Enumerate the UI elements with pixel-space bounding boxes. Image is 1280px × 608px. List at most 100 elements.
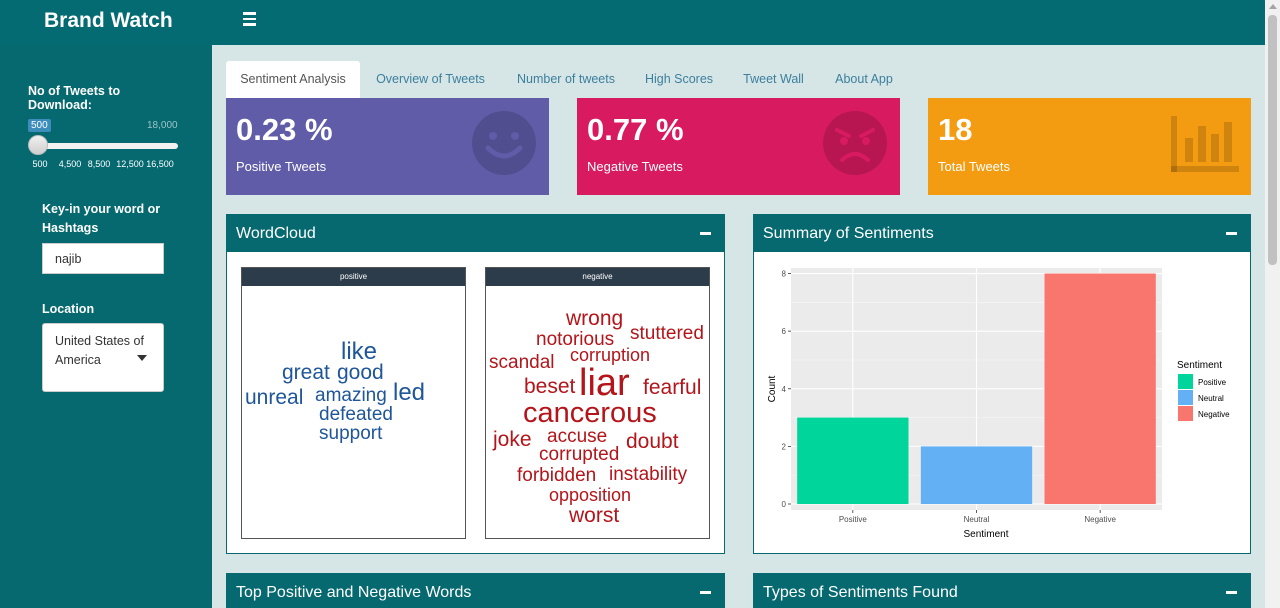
- location-select[interactable]: United States of America: [42, 323, 164, 392]
- smile-icon: [472, 111, 536, 175]
- legend-key-negative: [1178, 406, 1193, 421]
- positive-wordcloud-label: positive: [242, 268, 465, 286]
- negative-tweets-box: 0.77 % Negative Tweets: [577, 98, 900, 195]
- panel-title: Summary of Sentiments: [763, 225, 934, 242]
- wordcloud-panel-header: WordCloud: [227, 215, 724, 252]
- tweet-count-slider-handle[interactable]: [28, 135, 48, 155]
- top-words-panel: Top Positive and Negative Words: [226, 573, 725, 608]
- positive-word: defeated: [319, 404, 393, 425]
- y-tick-label: 4: [782, 385, 787, 394]
- positive-word: unreal: [245, 386, 304, 409]
- positive-word: support: [319, 423, 383, 444]
- total-tweets-value: 18: [938, 112, 973, 147]
- y-tick-label: 8: [782, 270, 787, 279]
- negative-wordcloud-label: negative: [486, 268, 709, 286]
- negative-word: scandal: [489, 352, 555, 373]
- app-logo[interactable]: Brand Watch: [0, 0, 212, 45]
- negative-word: beset: [524, 375, 576, 398]
- tab-overview-of-tweets[interactable]: Overview of Tweets: [368, 61, 493, 98]
- summary-panel: Summary of Sentiments 0 2 4 6 8 Positive Neut…: [753, 214, 1251, 554]
- bar-neutral: [920, 446, 1033, 504]
- positive-word: good: [337, 361, 384, 384]
- positive-tweets-value: 0.23 %: [236, 112, 333, 147]
- x-tick-label: Positive: [839, 515, 868, 524]
- x-tick-label: Negative: [1084, 515, 1116, 524]
- scrollbar-thumb[interactable]: [1268, 15, 1277, 265]
- tab-about-app[interactable]: About App: [828, 61, 900, 98]
- keyword-label: Key-in your word or Hashtags: [42, 202, 161, 235]
- angry-face-icon: [823, 111, 887, 175]
- negative-word: doubt: [626, 430, 679, 453]
- y-axis-title: Count: [767, 375, 778, 402]
- positive-tweets-box: 0.23 % Positive Tweets: [226, 98, 549, 195]
- legend-label: Positive: [1198, 378, 1227, 387]
- negative-word: instability: [609, 464, 688, 485]
- sentiment-types-panel-header: Types of Sentiments Found: [754, 574, 1250, 608]
- negative-word: opposition: [549, 485, 632, 505]
- total-tweets-label: Total Tweets: [938, 159, 1011, 174]
- sentiment-types-panel: Types of Sentiments Found: [753, 573, 1251, 608]
- legend-title: Sentiment: [1177, 360, 1222, 371]
- negative-word: cancerous: [523, 397, 657, 429]
- collapse-icon[interactable]: [1226, 591, 1237, 594]
- collapse-icon[interactable]: [700, 591, 711, 594]
- tab-high-scores[interactable]: High Scores: [638, 61, 720, 98]
- wordcloud-panel: WordCloud positive like great good unrea…: [226, 214, 725, 554]
- legend-key-neutral: [1178, 390, 1193, 405]
- bar-negative: [1044, 273, 1156, 504]
- sidebar: No of Tweets to Download: 500 18,000 500…: [0, 45, 212, 608]
- negative-word: corrupted: [539, 444, 620, 465]
- app-header: Brand Watch: [0, 0, 1265, 45]
- panel-title: WordCloud: [236, 225, 316, 242]
- sidebar-toggle-icon[interactable]: [243, 12, 257, 28]
- slider-tick: 4,500: [58, 159, 82, 169]
- legend-label: Negative: [1198, 410, 1230, 419]
- sentiment-bar-chart: 02468 Positive Neutral Negative Sentiment …: [763, 262, 1241, 544]
- summary-panel-header: Summary of Sentiments: [754, 215, 1250, 252]
- slider-ticks: 500 4,500 8,500 12,500 16,500: [0, 159, 212, 169]
- legend-label: Neutral: [1198, 394, 1224, 403]
- scroll-up-arrow-icon[interactable]: [1269, 4, 1277, 9]
- location-select-value: United States of America: [55, 334, 144, 367]
- slider-tick: 8,500: [87, 159, 111, 169]
- caret-down-icon: [137, 355, 147, 361]
- y-tick-label: 6: [782, 327, 787, 336]
- bar-chart-icon: [1171, 116, 1239, 172]
- negative-word: worst: [569, 504, 620, 527]
- slider-tick: 500: [32, 159, 48, 169]
- negative-word: wrong: [566, 307, 624, 330]
- positive-word: amazing: [315, 385, 387, 406]
- negative-word: stuttered: [630, 323, 704, 344]
- x-tick-label: Neutral: [964, 515, 990, 524]
- tab-sentiment-analysis[interactable]: Sentiment Analysis: [226, 61, 360, 98]
- total-tweets-box: 18 Total Tweets: [928, 98, 1251, 195]
- tweet-count-slider-track[interactable]: [38, 143, 178, 149]
- bar-positive: [797, 417, 909, 504]
- negative-word: forbidden: [517, 465, 597, 486]
- tab-tweet-wall[interactable]: Tweet Wall: [736, 61, 811, 98]
- collapse-icon[interactable]: [700, 232, 711, 235]
- slider-tick: 12,500: [116, 159, 144, 169]
- legend-key-positive: [1178, 374, 1193, 389]
- negative-tweets-value: 0.77 %: [587, 112, 684, 147]
- y-tick-label: 0: [782, 500, 787, 509]
- positive-tweets-label: Positive Tweets: [236, 159, 327, 174]
- x-axis-title: Sentiment: [963, 529, 1008, 540]
- keyword-input[interactable]: najib: [42, 243, 164, 274]
- slider-value-badge: 500: [28, 119, 51, 132]
- positive-word: led: [393, 379, 426, 406]
- negative-word: joke: [493, 428, 532, 451]
- slider-max-label: 18,000: [147, 120, 178, 131]
- collapse-icon[interactable]: [1226, 232, 1237, 235]
- negative-word: fearful: [643, 376, 702, 399]
- panel-title: Types of Sentiments Found: [763, 584, 958, 601]
- tweet-count-label: No of Tweets to Download:: [28, 84, 121, 112]
- tab-number-of-tweets[interactable]: Number of tweets: [508, 61, 624, 98]
- location-label: Location: [42, 302, 95, 316]
- page-scrollbar[interactable]: [1265, 0, 1280, 608]
- panel-title: Top Positive and Negative Words: [236, 584, 472, 601]
- y-tick-label: 2: [782, 442, 787, 451]
- positive-word: great: [282, 361, 330, 384]
- sentiment-chart-svg: 02468 Positive Neutral Negative Sentiment …: [767, 268, 1230, 540]
- negative-tweets-label: Negative Tweets: [587, 159, 683, 174]
